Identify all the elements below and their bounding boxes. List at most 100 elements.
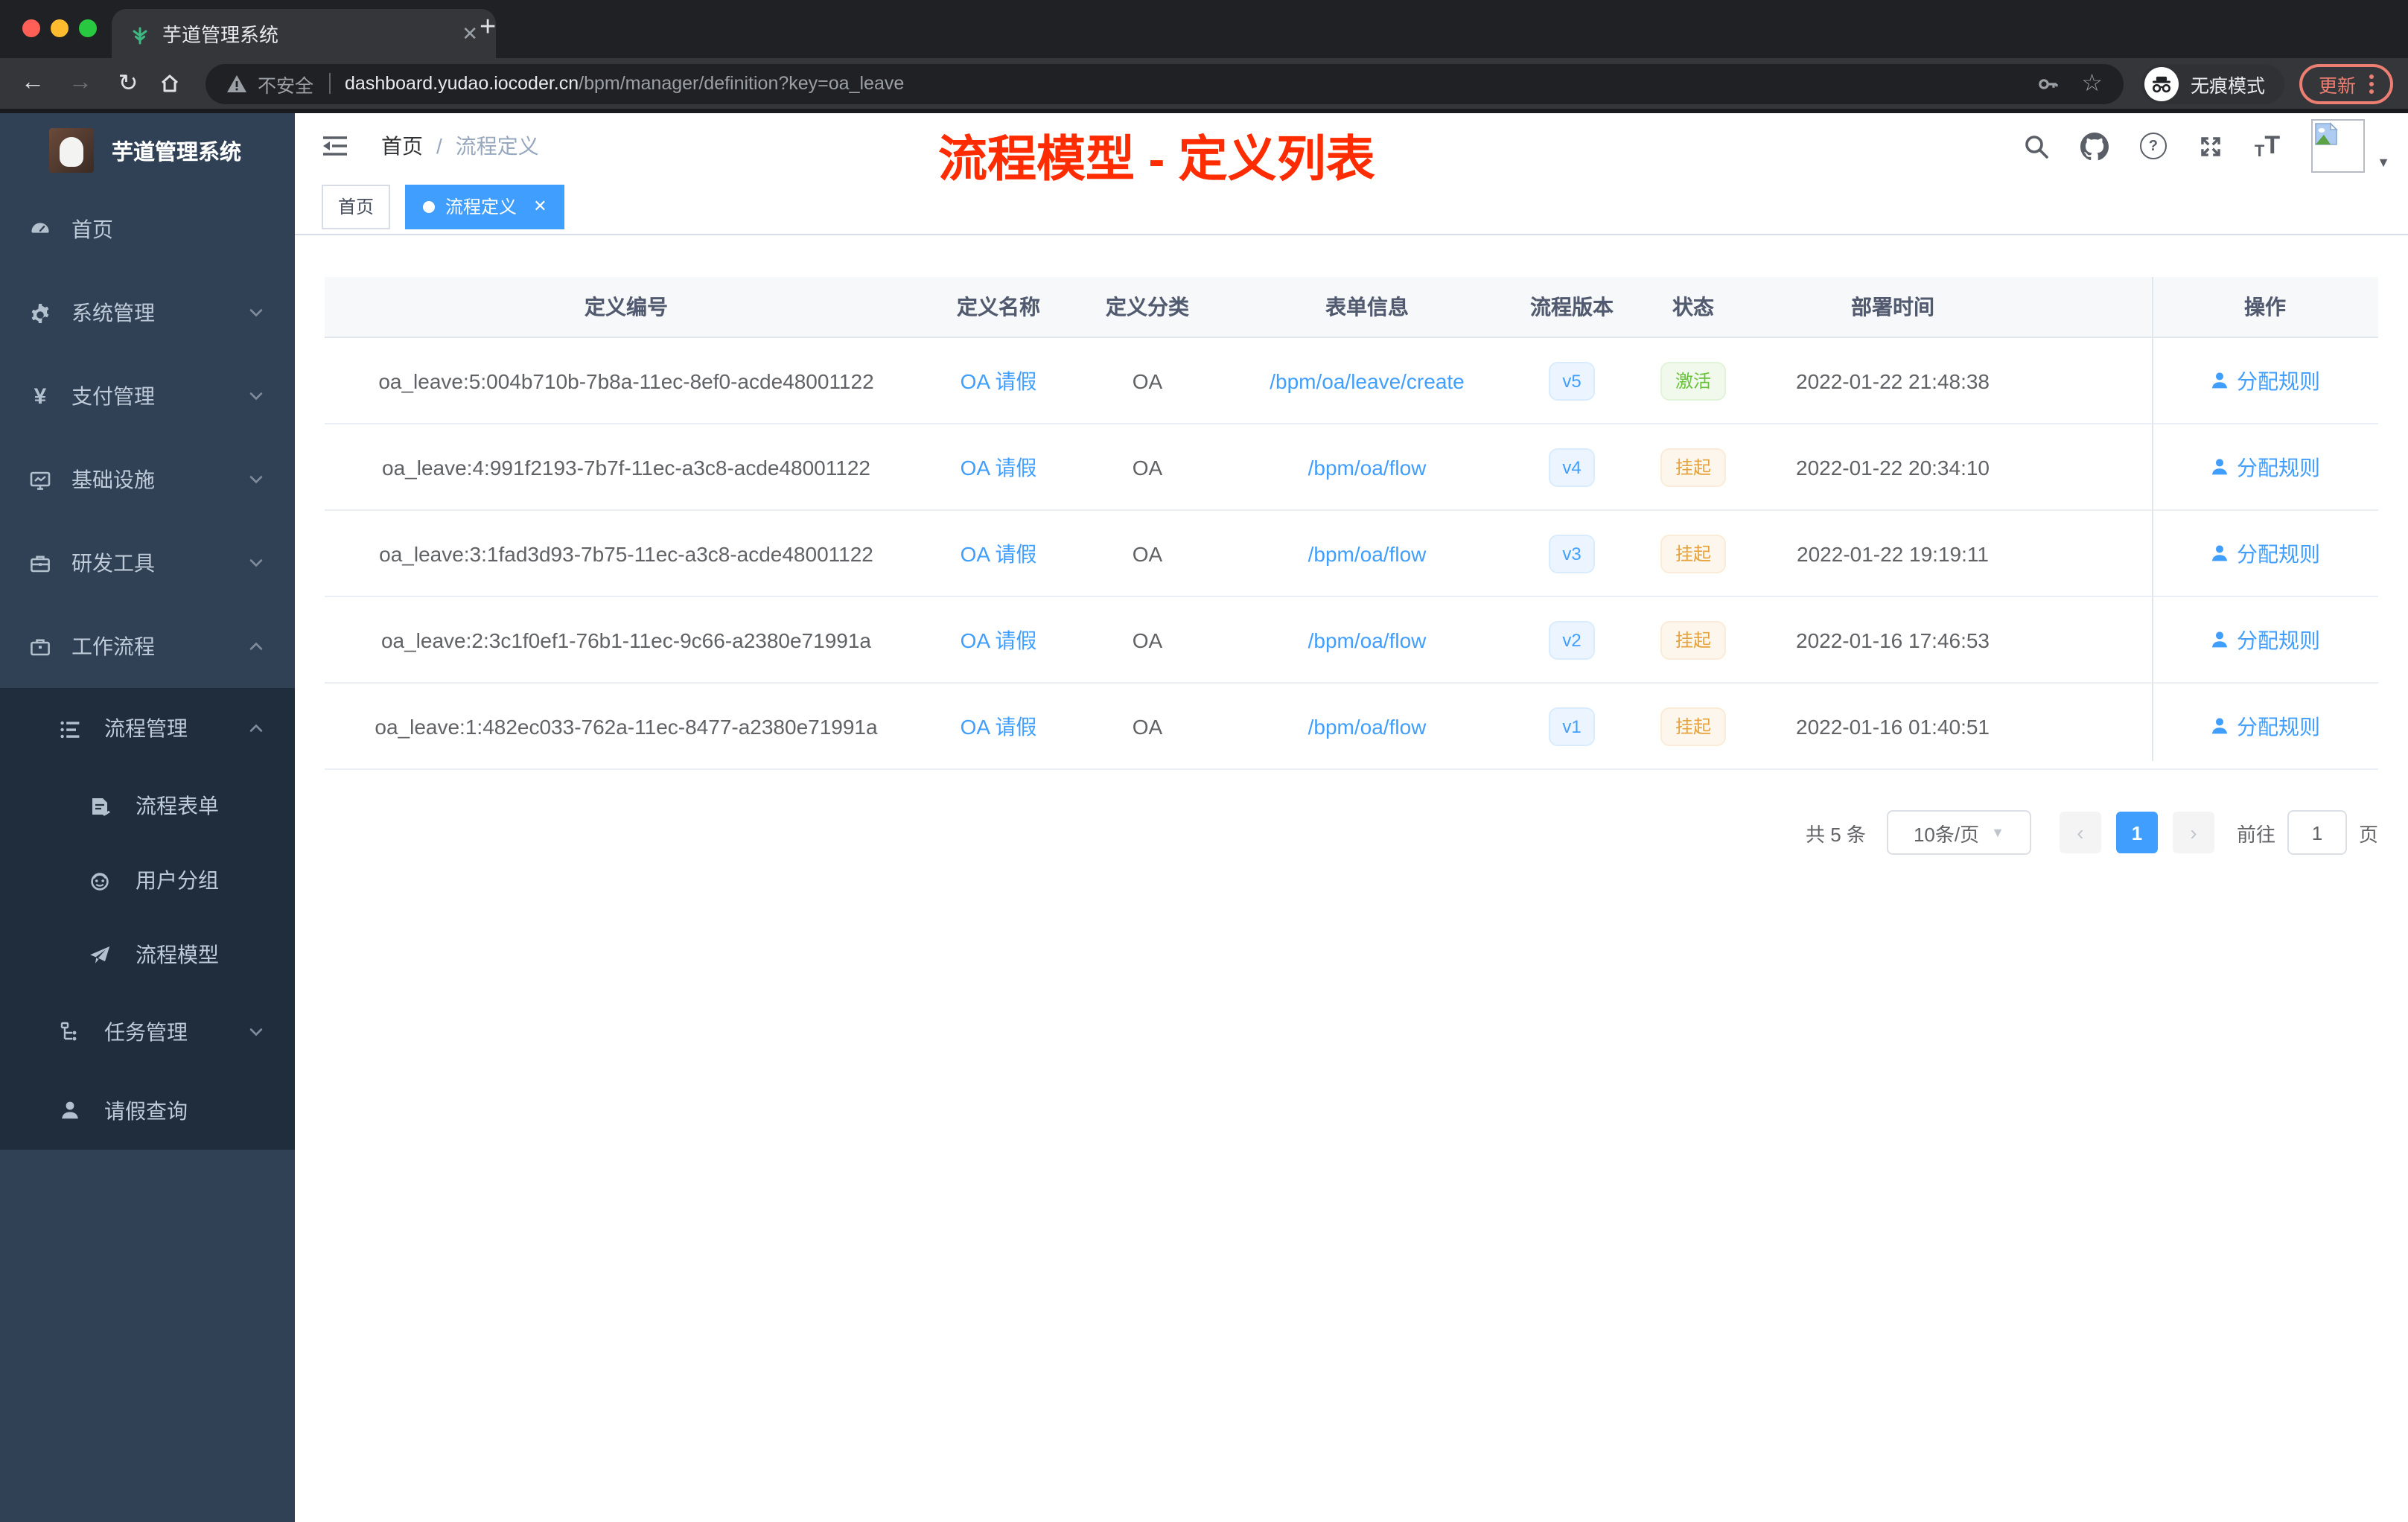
chevron-down-icon — [249, 309, 263, 317]
status-badge: 挂起 — [1660, 707, 1726, 745]
version-tag[interactable]: v1 — [1549, 707, 1595, 745]
assign-rule-link[interactable]: 分配规则 — [2210, 366, 2320, 395]
assign-user-icon — [2211, 718, 2228, 734]
avatar-dropdown-caret-icon[interactable]: ▼ — [2377, 155, 2390, 170]
sidebar-item-dev-tools[interactable]: 研发工具 — [0, 521, 295, 605]
form-link[interactable]: /bpm/oa/flow — [1308, 541, 1427, 565]
assign-rule-link[interactable]: 分配规则 — [2210, 625, 2320, 655]
sidebar-item-label: 流程模型 — [136, 943, 219, 967]
form-link[interactable]: /bpm/oa/flow — [1308, 455, 1427, 479]
assign-rule-label: 分配规则 — [2237, 541, 2320, 565]
app-header: 首页 / 流程定义 流程模型 - 定义列表 ? TT ▼ — [295, 113, 2408, 186]
definition-name-link[interactable]: OA 请假 — [961, 452, 1037, 482]
browser-menu-icon[interactable] — [2369, 74, 2374, 93]
tab-process-definition[interactable]: 流程定义 ✕ — [405, 184, 565, 229]
reload-icon[interactable]: ↻ — [110, 69, 146, 98]
sidebar-logo[interactable]: 芋道管理系统 — [0, 113, 295, 188]
assign-rule-label: 分配规则 — [2237, 369, 2320, 392]
sidebar-item-system[interactable]: 系统管理 — [0, 271, 295, 354]
briefcase-icon — [30, 635, 51, 657]
fullscreen-icon[interactable] — [2198, 133, 2223, 159]
definition-category: OA — [1132, 714, 1163, 738]
key-icon[interactable] — [2035, 71, 2060, 96]
minimize-window-button[interactable] — [51, 19, 69, 37]
form-link[interactable]: /bpm/oa/leave/create — [1270, 369, 1465, 392]
status-badge: 激活 — [1660, 361, 1726, 400]
sidebar-item-label: 流程表单 — [136, 794, 219, 818]
version-tag[interactable]: v2 — [1549, 620, 1595, 659]
tab-label: 流程定义 — [445, 197, 517, 217]
definition-name-link[interactable]: OA 请假 — [961, 538, 1037, 568]
goto-page-input[interactable] — [2287, 810, 2347, 855]
page-size-select[interactable]: 10条/页 ▼ — [1886, 810, 2031, 855]
sidebar-item-process-management[interactable]: 流程管理 — [0, 688, 295, 768]
table-header-row: 定义编号 定义名称 定义分类 表单信息 流程版本 状态 部署时间 操作 — [325, 277, 2378, 338]
sidebar-item-label: 用户分组 — [136, 868, 219, 892]
status-badge: 挂起 — [1660, 448, 1726, 486]
sidebar-item-label: 支付管理 — [71, 384, 155, 408]
assign-rule-link[interactable]: 分配规则 — [2210, 538, 2320, 568]
tab-close-icon[interactable]: ✕ — [533, 197, 547, 216]
definition-id: oa_leave:2:3c1f0ef1-76b1-11ec-9c66-a2380… — [380, 628, 871, 652]
sidebar-item-workflow[interactable]: 工作流程 — [0, 605, 295, 688]
forward-icon[interactable]: → — [63, 70, 98, 97]
url-path: /bpm/manager/definition?key=oa_leave — [579, 73, 905, 94]
address-bar[interactable]: 不安全 dashboard.yudao.iocoder.cn/bpm/manag… — [206, 63, 2124, 104]
sidebar-item-payment[interactable]: ¥ 支付管理 — [0, 354, 295, 438]
version-tag[interactable]: v4 — [1549, 448, 1595, 486]
definition-name-link[interactable]: OA 请假 — [961, 625, 1037, 655]
user-avatar[interactable] — [2311, 119, 2366, 173]
assign-rule-link[interactable]: 分配规则 — [2210, 711, 2320, 741]
sidebar-item-leave-query[interactable]: 请假查询 — [0, 1071, 295, 1150]
browser-toolbar: ← → ↻ 不安全 dashboard.yudao.iocoder.cn/bpm… — [0, 58, 2408, 109]
definition-name-link[interactable]: OA 请假 — [961, 711, 1037, 741]
breadcrumb-home[interactable]: 首页 — [381, 131, 423, 161]
page-unit-label: 页 — [2358, 823, 2378, 845]
sidebar-item-process-form[interactable]: 流程表单 — [0, 768, 295, 843]
dashboard-icon — [30, 218, 51, 241]
window-controls[interactable] — [22, 19, 97, 37]
sidebar-collapse-icon[interactable] — [322, 134, 348, 158]
incognito-badge: 无痕模式 — [2141, 63, 2284, 104]
bookmark-star-icon[interactable]: ☆ — [2081, 69, 2103, 98]
form-link[interactable]: /bpm/oa/flow — [1308, 714, 1427, 738]
current-page-button[interactable]: 1 — [2115, 812, 2158, 853]
browser-tab[interactable]: 芋道管理系统 ✕ — [112, 9, 496, 58]
sidebar-item-home[interactable]: 首页 — [0, 188, 295, 271]
assign-rule-label: 分配规则 — [2237, 455, 2320, 479]
sidebar: 芋道管理系统 首页 系统管理 ¥ 支付管理 基础设施 研发工具 工作流程 流程管… — [0, 113, 295, 1522]
sidebar-item-process-model[interactable]: 流程模型 — [0, 917, 295, 992]
definition-table: 定义编号 定义名称 定义分类 表单信息 流程版本 状态 部署时间 操作 oa_l… — [325, 277, 2378, 770]
version-tag[interactable]: v3 — [1549, 534, 1595, 573]
tab-home[interactable]: 首页 — [322, 184, 391, 229]
browser-update-button[interactable]: 更新 — [2299, 63, 2393, 104]
sidebar-item-task-management[interactable]: 任务管理 — [0, 992, 295, 1071]
home-icon[interactable] — [158, 71, 194, 95]
form-link[interactable]: /bpm/oa/flow — [1308, 628, 1427, 652]
sidebar-item-label: 系统管理 — [71, 301, 155, 325]
help-icon[interactable]: ? — [2139, 133, 2167, 159]
assign-rule-link[interactable]: 分配规则 — [2210, 452, 2320, 482]
sidebar-item-infrastructure[interactable]: 基础设施 — [0, 438, 295, 521]
definition-name-link[interactable]: OA 请假 — [961, 366, 1037, 395]
definition-category: OA — [1132, 455, 1163, 479]
deploy-time: 2022-01-22 19:19:11 — [1797, 541, 1989, 565]
assign-user-icon — [2211, 459, 2228, 475]
prev-page-button[interactable]: ‹ — [2059, 812, 2101, 853]
yen-icon: ¥ — [34, 383, 47, 409]
font-size-icon[interactable]: TT — [2255, 131, 2280, 161]
new-tab-button[interactable]: + — [480, 12, 496, 45]
github-icon[interactable] — [2080, 132, 2109, 160]
sidebar-item-user-group[interactable]: 用户分组 — [0, 843, 295, 917]
version-tag[interactable]: v5 — [1549, 361, 1595, 400]
row-spacer — [2034, 684, 2152, 768]
tab-close-icon[interactable]: ✕ — [462, 22, 478, 45]
column-header: 定义分类 — [1106, 295, 1189, 319]
close-window-button[interactable] — [22, 19, 40, 37]
assign-user-icon — [2211, 631, 2228, 648]
search-icon[interactable] — [2024, 133, 2049, 159]
insecure-warning-icon — [227, 74, 246, 92]
zoom-window-button[interactable] — [79, 19, 97, 37]
next-page-button[interactable]: › — [2172, 812, 2214, 853]
back-icon[interactable]: ← — [15, 70, 51, 97]
